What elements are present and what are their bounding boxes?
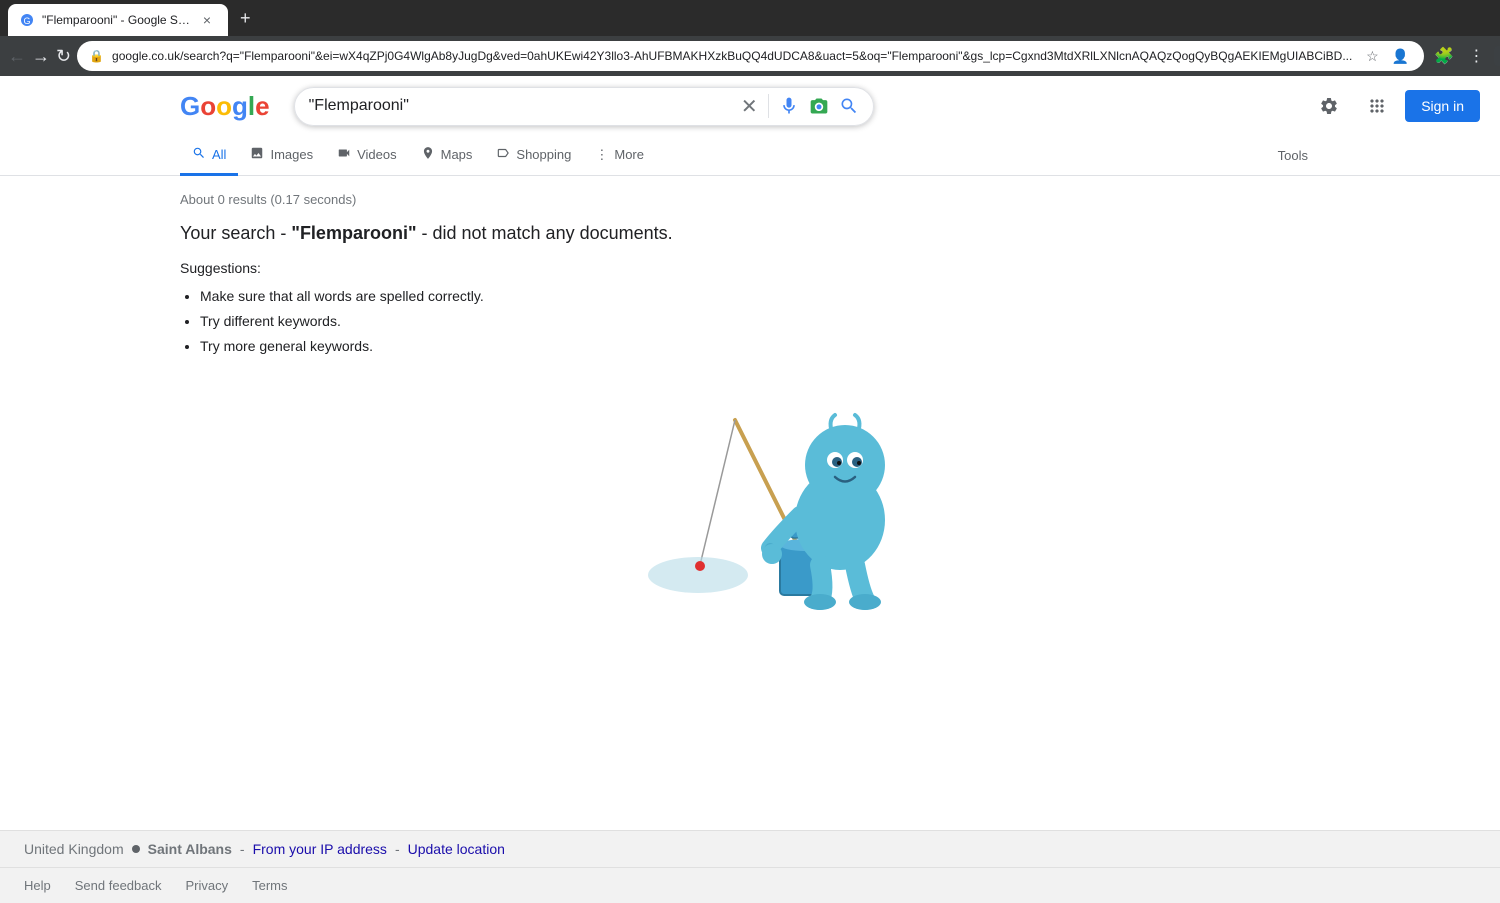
tab-all[interactable]: All: [180, 136, 238, 176]
tab-images-label: Images: [270, 147, 313, 162]
help-link[interactable]: Help: [24, 878, 51, 893]
suggestion-3: Try more general keywords.: [200, 334, 1320, 359]
address-bar[interactable]: 🔒 google.co.uk/search?q="Flemparooni"&ei…: [77, 41, 1424, 71]
incognito-profile-icon[interactable]: 👤: [1388, 44, 1412, 68]
no-match-prefix: Your search -: [180, 223, 291, 243]
forward-button[interactable]: →: [32, 42, 50, 70]
videos-tab-icon: [337, 146, 351, 163]
tab-shopping[interactable]: Shopping: [484, 136, 583, 176]
voice-search-button[interactable]: [779, 96, 799, 116]
images-tab-icon: [250, 146, 264, 163]
tab-maps[interactable]: Maps: [409, 136, 485, 176]
location-dot: [132, 845, 140, 853]
tab-shopping-label: Shopping: [516, 147, 571, 162]
page-content: G o o g l e ✕: [0, 76, 1500, 660]
no-match-query: "Flemparooni": [291, 223, 416, 243]
sign-in-button[interactable]: Sign in: [1405, 90, 1480, 122]
tab-all-label: All: [212, 147, 226, 162]
suggestions-section: Suggestions: Make sure that all words ar…: [180, 260, 1320, 360]
suggestion-2: Try different keywords.: [200, 309, 1320, 334]
url-text: google.co.uk/search?q="Flemparooni"&ei=w…: [112, 49, 1352, 63]
tab-images[interactable]: Images: [238, 136, 325, 176]
more-tab-icon: ⋮: [595, 147, 608, 163]
no-match-suffix: - did not match any documents.: [422, 223, 673, 243]
new-tab-button[interactable]: +: [232, 4, 259, 33]
back-button[interactable]: ←: [8, 42, 26, 70]
terms-link[interactable]: Terms: [252, 878, 287, 893]
maps-tab-icon: [421, 146, 435, 163]
footer-separator: -: [240, 841, 245, 857]
bookmark-icon[interactable]: ☆: [1360, 44, 1384, 68]
footer-location: United Kingdom Saint Albans - From your …: [0, 831, 1500, 868]
tab-close-button[interactable]: ×: [198, 11, 216, 29]
lock-icon: 🔒: [89, 49, 104, 63]
nav-tabs: All Images Videos Maps Shopping: [0, 136, 1500, 176]
tab-favicon: G: [20, 13, 34, 27]
incognito-badge: 🕵 Incognito: [1494, 46, 1500, 66]
footer-country: United Kingdom: [24, 841, 124, 857]
from-ip-link[interactable]: From your IP address: [253, 841, 387, 857]
address-bar-row: ← → ↻ 🔒 google.co.uk/search?q="Flemparoo…: [0, 36, 1500, 76]
tab-videos-label: Videos: [357, 147, 397, 162]
apps-button[interactable]: [1357, 86, 1397, 126]
results-stats: About 0 results (0.17 seconds): [180, 184, 1320, 223]
tab-title: "Flemparooni" - Google Search: [42, 13, 190, 27]
tab-maps-label: Maps: [441, 147, 473, 162]
suggestion-1: Make sure that all words are spelled cor…: [200, 284, 1320, 309]
address-icons: ☆ 👤: [1360, 44, 1412, 68]
extensions-icon[interactable]: 🧩: [1430, 42, 1458, 70]
footer-links: Help Send feedback Privacy Terms: [0, 868, 1500, 903]
all-tab-icon: [192, 146, 206, 163]
tab-more-label: More: [614, 147, 644, 162]
image-search-button[interactable]: [809, 96, 829, 116]
tab-bar: G "Flemparooni" - Google Search × +: [0, 0, 1500, 36]
top-icons: Sign in: [1309, 86, 1480, 126]
menu-icon[interactable]: ⋮: [1462, 42, 1490, 70]
search-box[interactable]: ✕: [294, 87, 874, 126]
search-area: G o o g l e ✕: [0, 76, 1500, 136]
tools-button[interactable]: Tools: [1266, 138, 1320, 173]
refresh-button[interactable]: ↻: [56, 42, 71, 70]
settings-button[interactable]: [1309, 86, 1349, 126]
no-results-message: Your search - "Flemparooni" - did not ma…: [180, 223, 1320, 244]
tab-more[interactable]: ⋮ More: [583, 137, 656, 176]
footer-separator2: -: [395, 841, 400, 857]
svg-text:G: G: [23, 16, 30, 26]
search-button[interactable]: [839, 96, 859, 116]
toolbar-right: 🧩 ⋮ 🕵 Incognito Update: [1430, 42, 1500, 70]
no-results-illustration: [180, 380, 1320, 620]
active-tab[interactable]: G "Flemparooni" - Google Search ×: [8, 4, 228, 36]
footer: United Kingdom Saint Albans - From your …: [0, 830, 1500, 903]
tab-videos[interactable]: Videos: [325, 136, 409, 176]
suggestions-title: Suggestions:: [180, 260, 1320, 276]
results-area: About 0 results (0.17 seconds) Your sear…: [0, 176, 1500, 660]
google-logo[interactable]: G o o g l e: [180, 91, 270, 122]
update-location-link[interactable]: Update location: [408, 841, 505, 857]
footer-city: Saint Albans: [148, 841, 232, 857]
send-feedback-link[interactable]: Send feedback: [75, 878, 162, 893]
browser-chrome: G "Flemparooni" - Google Search × + ← → …: [0, 0, 1500, 76]
clear-search-button[interactable]: ✕: [741, 94, 758, 119]
shopping-tab-icon: [496, 146, 510, 163]
suggestions-list: Make sure that all words are spelled cor…: [180, 284, 1320, 360]
divider: [768, 94, 769, 118]
privacy-link[interactable]: Privacy: [185, 878, 228, 893]
search-input[interactable]: [309, 97, 731, 115]
